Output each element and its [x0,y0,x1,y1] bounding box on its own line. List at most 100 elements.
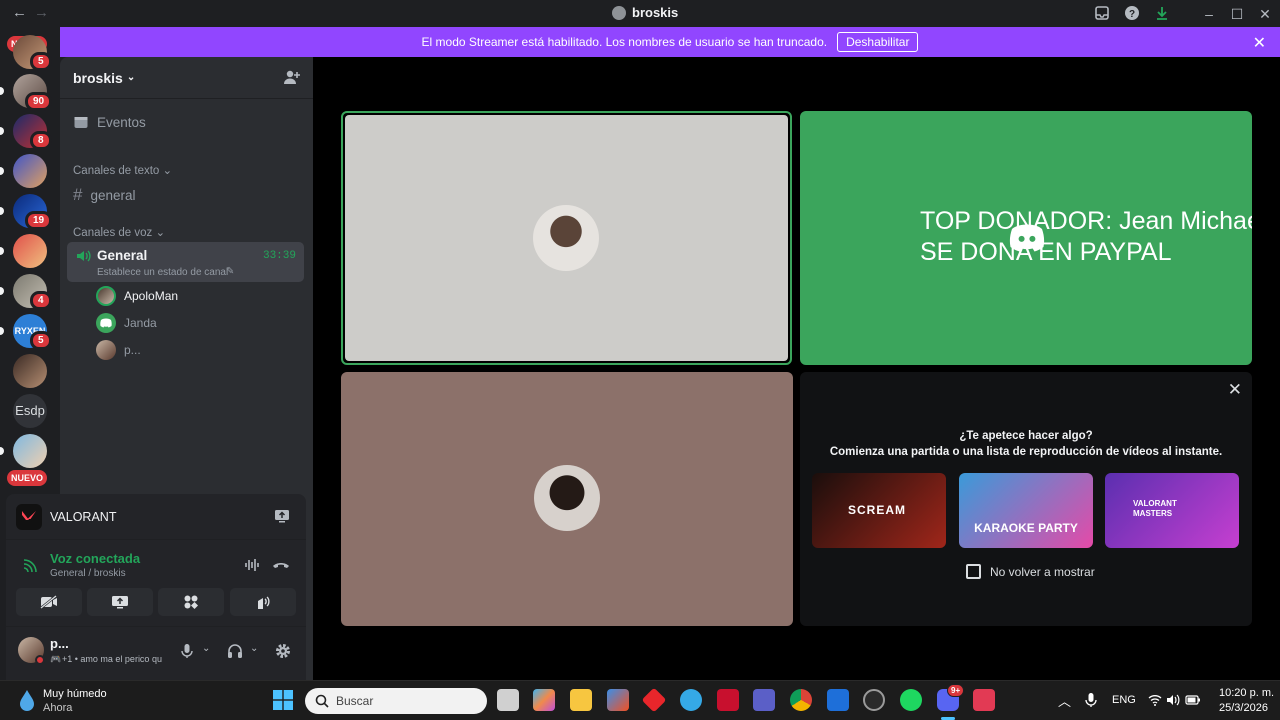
status-dnd-icon [35,655,45,665]
voice-member[interactable]: p... [96,340,141,360]
battery-icon[interactable] [1185,694,1201,706]
tray-mic-icon[interactable] [1085,692,1097,708]
activity-name: VALORANT [50,510,117,524]
chrome-icon[interactable] [790,689,812,711]
close-prompt-icon[interactable]: ✕ [1228,380,1242,400]
teams-icon[interactable] [753,689,775,711]
mic-chevron-icon[interactable]: ⌄ [202,643,210,654]
title-bar: ← → broskis ? – ☐ ✕ [0,0,1280,27]
events-item[interactable]: Eventos [73,114,146,130]
server-header[interactable]: broskis ⌄ [60,57,313,99]
server-icon-6[interactable] [13,234,47,268]
wifi-icon[interactable] [1148,694,1162,706]
user-panel[interactable]: p... 🎮 +1 • amo ma el perico qu ⌄ ⌄ [6,626,306,680]
user-name: p... [50,636,69,651]
channel-general[interactable]: # general [73,185,136,205]
avatar [96,340,116,360]
activity-row[interactable]: VALORANT [6,494,306,540]
mcafee-icon[interactable] [717,689,739,711]
app-pink-icon[interactable] [973,689,995,711]
voice-member[interactable]: Janda [96,313,157,333]
activity-prompt: ✕ ¿Te apetece hacer algo? Comienza una p… [800,372,1252,626]
streamer-mode-banner: El modo Streamer está habilitado. Los no… [60,27,1280,57]
weather-icon[interactable] [17,689,37,711]
voice-channel-general[interactable]: General 33:39 Establece un estado de can… [67,242,304,282]
voice-member[interactable]: ApoloMan [96,286,178,306]
volume-icon[interactable] [1166,694,1180,706]
forward-arrow-icon[interactable]: → [34,4,49,21]
screen-share-button[interactable] [87,588,153,616]
maximize-icon[interactable]: ☐ [1228,5,1246,23]
unread-badge: 90 [25,92,53,111]
voice-location[interactable]: General / broskis [50,568,126,579]
text-channels-category[interactable]: Canales de texto ⌄ [73,163,172,177]
activities-button[interactable] [158,588,224,616]
dont-show-checkbox-row[interactable]: No volver a mostrar [966,564,1095,579]
hashtag-icon: # [73,185,83,204]
tray-chevron-icon[interactable]: ︿ [1058,691,1071,710]
share-screen-icon[interactable] [274,509,290,523]
clock-time[interactable]: 10:20 p. m. [1219,687,1274,699]
close-banner-icon[interactable]: ✕ [1253,33,1266,53]
voice-panel: VALORANT Voz conectada General / broskis… [6,494,306,680]
spotify-icon[interactable] [900,689,922,711]
clock-date[interactable]: 25/3/2026 [1219,702,1268,714]
calendar-icon [73,114,89,130]
windows-start-icon[interactable] [273,690,293,710]
copilot-icon[interactable] [533,689,555,711]
prompt-title: ¿Te apetece hacer algo? [959,430,1093,442]
search-box[interactable]: Buscar [305,688,487,714]
task-view-icon[interactable] [497,689,519,711]
disconnect-icon[interactable] [272,558,290,572]
outlook-icon[interactable] [827,689,849,711]
overlay-line-1: TOP DONADOR: Jean Michael [920,207,1252,235]
server-icon-9[interactable] [13,354,47,388]
server-icon-4[interactable] [13,154,47,188]
overlay-line-2: SE DONA EN PAYPAL [920,238,1172,266]
camera-off-button[interactable] [16,588,82,616]
voice-channels-category[interactable]: Canales de voz ⌄ [73,225,165,239]
minimize-icon[interactable]: – [1200,5,1218,23]
weather-title[interactable]: Muy húmedo [43,688,107,700]
prompt-subtitle: Comienza una partida o una lista de repr… [829,446,1223,458]
activity-card-scream[interactable]: SCREAM [812,473,946,548]
file-explorer-icon[interactable] [570,689,592,711]
download-icon[interactable] [1154,5,1172,23]
unread-badge: 5 [30,52,52,71]
server-icon-11[interactable] [13,434,47,468]
obs-icon[interactable] [863,689,885,711]
activity-card-karaoke[interactable]: KARAOKE PARTY [959,473,1093,548]
language-indicator[interactable]: ENG [1112,694,1136,706]
server-icon-esdp[interactable]: Esdp [13,394,47,428]
microphone-icon[interactable] [180,643,194,659]
participant-avatar [534,465,600,531]
search-placeholder: Buscar [336,694,374,708]
unread-badge: 4 [30,291,52,310]
pencil-icon[interactable]: ✎ [226,266,234,277]
participant-tile[interactable] [341,111,792,365]
headphones-chevron-icon[interactable]: ⌄ [250,643,258,654]
card-title: VALORANT MASTERS [1133,499,1177,518]
participant-tile[interactable] [341,372,793,626]
activity-card-valorant[interactable]: VALORANT MASTERS [1105,473,1239,548]
channel-status-hint[interactable]: Establece un estado de canal [97,267,228,278]
soundboard-button[interactable] [230,588,296,616]
app-blue-icon[interactable] [680,689,702,711]
app-red-diamond-icon[interactable] [641,687,667,713]
voice-stage: TOP DONADOR: Jean Michael SE DONA EN PAY… [313,57,1280,680]
noise-suppression-icon[interactable] [244,558,260,572]
window-title: broskis [612,5,678,20]
checkbox[interactable] [966,564,981,579]
voice-status[interactable]: Voz conectada [50,551,140,566]
close-window-icon[interactable]: ✕ [1256,5,1274,23]
store-icon[interactable] [607,689,629,711]
headphones-icon[interactable] [227,643,243,659]
user-status: +1 • amo ma el perico qu [62,654,162,664]
help-icon[interactable]: ? [1124,5,1142,23]
back-arrow-icon[interactable]: ← [12,4,27,21]
add-member-icon[interactable] [283,69,300,86]
participant-tile-stream[interactable]: TOP DONADOR: Jean Michael SE DONA EN PAY… [800,111,1252,365]
inbox-icon[interactable] [1094,5,1112,23]
settings-gear-icon[interactable] [274,642,292,660]
disable-streamer-button[interactable]: Deshabilitar [837,32,919,52]
